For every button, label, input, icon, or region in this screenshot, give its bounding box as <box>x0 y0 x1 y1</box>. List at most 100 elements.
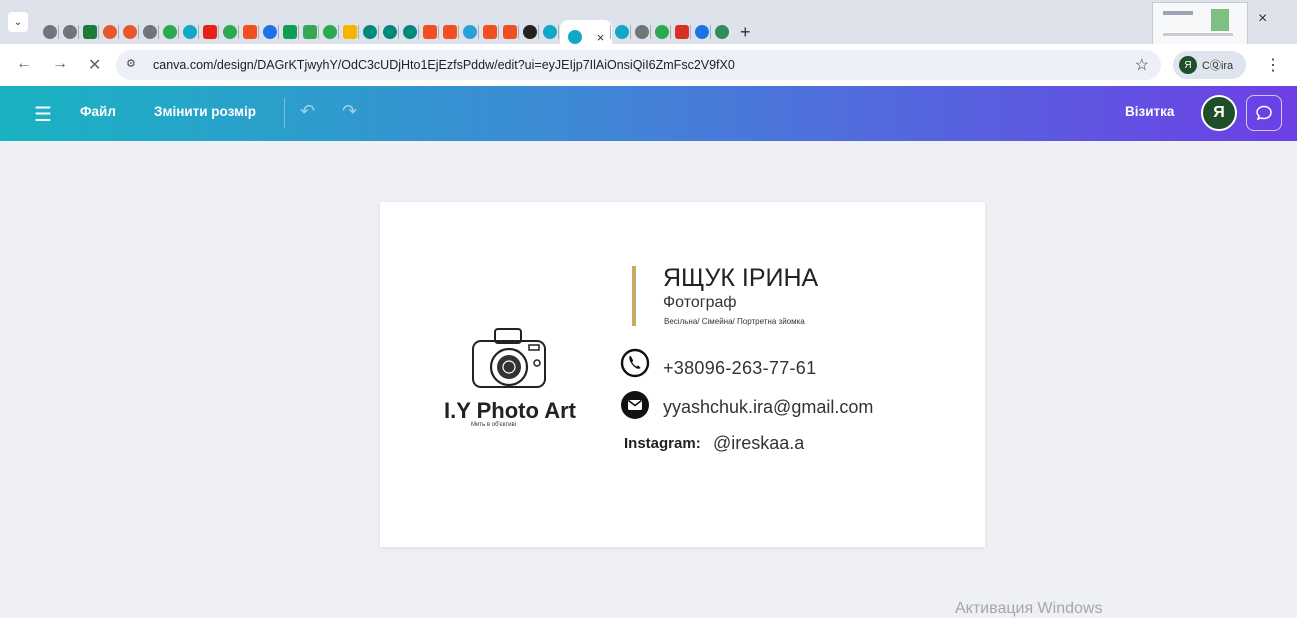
tab-maps[interactable] <box>670 20 692 44</box>
microsoft-icon <box>243 25 257 39</box>
chrome-icon <box>143 25 157 39</box>
tab-drive[interactable] <box>650 20 672 44</box>
canva-icon <box>615 25 629 39</box>
tab-slides[interactable] <box>338 20 360 44</box>
new-tab-button[interactable]: + <box>740 22 751 43</box>
bookmark-star-icon[interactable]: ☆ <box>1135 55 1149 75</box>
tab-edu[interactable] <box>378 20 400 44</box>
tab-microsoft[interactable] <box>418 20 440 44</box>
url-text[interactable]: canva.com/design/DAGrKTjwyhY/OdC3cUDjHto… <box>153 58 735 72</box>
edu-icon <box>363 25 377 39</box>
tab-chrome[interactable] <box>630 20 652 44</box>
tab-calendar[interactable] <box>298 20 320 44</box>
instagram-label[interactable]: Instagram: <box>624 435 701 452</box>
tab-youtube[interactable] <box>198 20 220 44</box>
lens-icon <box>263 25 277 39</box>
document-title[interactable]: Візитка <box>1125 104 1174 119</box>
tab-drive[interactable] <box>158 20 180 44</box>
tab-microsoft[interactable] <box>238 20 260 44</box>
user-avatar[interactable]: Я <box>1201 95 1237 131</box>
brand-tagline[interactable]: Мить в об'єктиві <box>471 422 516 428</box>
phone-icon[interactable] <box>620 348 650 378</box>
telegram-icon <box>463 25 477 39</box>
drive-icon <box>223 25 237 39</box>
edu-icon <box>383 25 397 39</box>
tab-lens[interactable] <box>258 20 280 44</box>
profile-label: CⓆira <box>1202 60 1234 72</box>
tab-microsoft[interactable] <box>438 20 460 44</box>
more-menu-icon[interactable]: ⋮ <box>1265 55 1281 75</box>
forward-icon[interactable]: → <box>52 55 68 73</box>
chrome-icon <box>635 25 649 39</box>
windows-activation-watermark: Активация Windows <box>955 600 1103 617</box>
microsoft-icon <box>443 25 457 39</box>
profile-button[interactable]: Я CⓆira <box>1173 51 1246 79</box>
drive-icon <box>655 25 669 39</box>
canva-icon <box>183 25 197 39</box>
chevron-down-icon: ⌄ <box>13 16 23 28</box>
phone-number[interactable]: +38096-263-77-61 <box>663 358 816 379</box>
tab-openai[interactable] <box>518 20 540 44</box>
file-menu-button[interactable]: Файл <box>80 104 116 119</box>
chrome-icon <box>63 25 77 39</box>
profile-avatar: Я <box>1179 56 1197 74</box>
chrome-icon <box>43 25 57 39</box>
microsoft-icon <box>483 25 497 39</box>
tab-chrome[interactable] <box>58 20 80 44</box>
comment-icon <box>1256 105 1272 121</box>
target-icon <box>123 25 137 39</box>
comment-button[interactable] <box>1246 95 1282 131</box>
canva-icon <box>567 30 582 44</box>
slides-icon <box>343 25 357 39</box>
calendar-icon <box>303 25 317 39</box>
menu-icon[interactable]: ☰ <box>34 102 52 127</box>
close-tab-icon[interactable]: × <box>597 30 605 45</box>
youtube-icon <box>203 25 217 39</box>
address-bar[interactable]: ⚙ canva.com/design/DAGrKTjwyhY/OdC3cUDjH… <box>116 50 1161 80</box>
tab-target[interactable] <box>118 20 140 44</box>
brand-name[interactable]: I.Y Photo Art <box>444 398 576 424</box>
tab-sheets[interactable] <box>278 20 300 44</box>
grammarly-icon <box>715 25 729 39</box>
tab-canva[interactable] <box>610 20 632 44</box>
drive-icon <box>163 25 177 39</box>
tab-edu[interactable] <box>358 20 380 44</box>
tab-telegram[interactable] <box>458 20 480 44</box>
maps-icon <box>675 25 689 39</box>
tab-canva[interactable] <box>538 20 560 44</box>
instagram-handle[interactable]: @ireskaa.a <box>713 433 804 454</box>
editor-toolbar: ☰ Файл Змінити розмір ↶ ↷ Візитка Я <box>0 86 1297 141</box>
resize-button[interactable]: Змінити розмір <box>154 104 256 119</box>
person-name[interactable]: ЯЩУК ІРИНА <box>663 264 818 293</box>
tab-drive[interactable] <box>318 20 340 44</box>
tab-grammarly[interactable] <box>710 20 732 44</box>
back-icon[interactable]: ← <box>16 55 32 73</box>
stop-loading-icon[interactable]: ✕ <box>88 55 101 75</box>
tab-search-button[interactable]: ⌄ <box>8 12 28 32</box>
tab-microsoft[interactable] <box>498 20 520 44</box>
services-text[interactable]: Весільна/ Сімейна/ Портретна зйомка <box>664 317 805 326</box>
navigation-bar: ← → ✕ ⚙ canva.com/design/DAGrKTjwyhY/OdC… <box>0 44 1297 86</box>
close-window-icon[interactable]: × <box>1258 10 1267 28</box>
site-settings-icon[interactable]: ⚙ <box>126 57 136 70</box>
person-role[interactable]: Фотограф <box>663 294 737 312</box>
tab-classroom[interactable] <box>78 20 100 44</box>
tab-chrome[interactable] <box>40 20 60 44</box>
redo-icon[interactable]: ↷ <box>342 101 357 122</box>
tab-strip: ⌄ × + × <box>0 0 1297 54</box>
onenote-icon <box>695 25 709 39</box>
tab-target[interactable] <box>98 20 120 44</box>
tab-microsoft[interactable] <box>478 20 500 44</box>
tab-chrome[interactable] <box>138 20 160 44</box>
tab-drive[interactable] <box>218 20 240 44</box>
undo-icon[interactable]: ↶ <box>300 101 315 122</box>
tab-canva[interactable] <box>178 20 200 44</box>
openai-icon <box>523 25 537 39</box>
accent-bar[interactable] <box>632 266 636 326</box>
tab-onenote[interactable] <box>690 20 712 44</box>
design-canvas-card[interactable]: I.Y Photo Art Мить в об'єктиві ЯЩУК ІРИН… <box>380 202 985 547</box>
tab-edu[interactable] <box>398 20 420 44</box>
toolbar-divider <box>284 98 285 128</box>
email-icon[interactable] <box>620 390 650 420</box>
email-address[interactable]: yyashchuk.ira@gmail.com <box>663 397 873 418</box>
